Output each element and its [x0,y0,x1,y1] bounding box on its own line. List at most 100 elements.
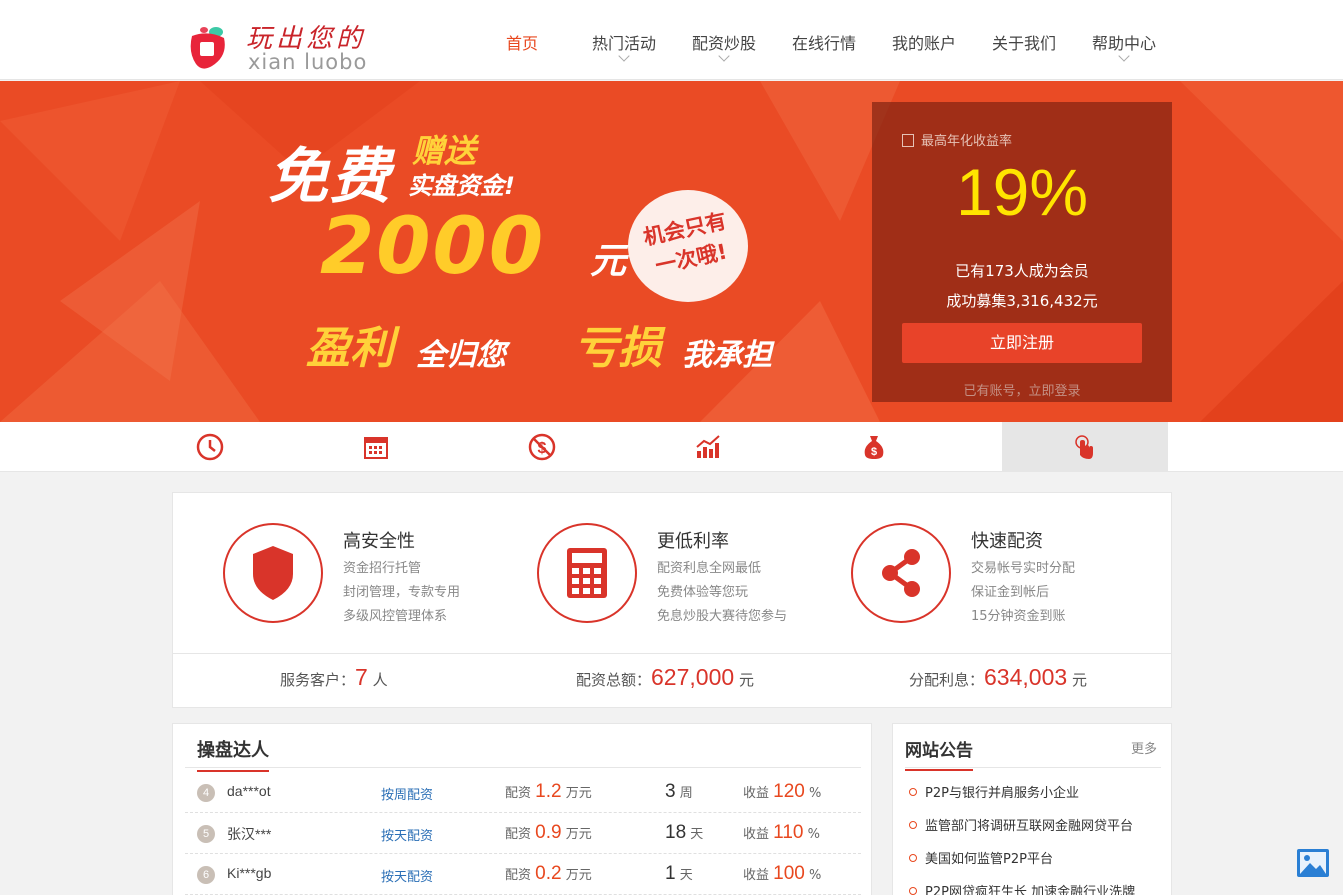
notices-more-link[interactable]: 更多 [1131,738,1157,757]
site-logo[interactable]: 玩出您的 xian luobo [188,12,388,74]
rank-badge: 5 [197,825,215,843]
promo-profit-text: 盈利 [306,323,394,374]
trader-name: da***ot [227,783,271,799]
notice-text: P2P与银行并肩服务小企业 [925,786,1079,801]
rank-badge: 6 [197,866,215,884]
promo-loss-sub: 我承担 [682,338,772,373]
touch-icon [1075,435,1093,459]
stats-bar: 服务客户：7 人 配资总额：627,000 元 分配利息：634,003 元 [173,653,1171,708]
feature-fast-funding: 快速配资 交易帐号实时分配 保证金到帐后 15分钟资金到账 [851,523,1161,633]
feature-title: 更低利率 [657,531,729,552]
raised-amount: 成功募集3,316,432元 [946,292,1098,310]
fund-unit: 万元 [565,786,592,801]
funding-mode-link[interactable]: 按周配资 [381,784,433,803]
image-icon[interactable] [1296,848,1330,878]
feature-line: 封闭管理，专款专用 [343,585,461,600]
feature-security: 高安全性 资金招行托管 封闭管理，专款专用 多级风控管理体系 [223,523,533,633]
rate-value: 19% [955,155,1089,229]
site-header: 玩出您的 xian luobo 首页 热门活动 配资炒股 在线行情 我的账户 关… [0,0,1343,80]
strip-item-money-bag[interactable]: $ [791,422,957,472]
nav-about-us[interactable]: 关于我们 [974,0,1074,80]
radish-logo-icon [190,27,225,69]
stat-unit: 元 [738,671,754,689]
svg-text:$: $ [871,446,877,458]
trend-chart-icon [696,435,720,458]
nav-label: 在线行情 [791,34,856,53]
nav-home[interactable]: 首页 [470,0,574,80]
feature-line: 多级风控管理体系 [343,609,448,624]
notice-text: P2P网贷疯狂生长 加速金融行业洗牌 [925,885,1136,895]
feature-line: 保证金到帐后 [971,585,1050,600]
funding-mode-link[interactable]: 按天配资 [381,866,433,885]
promo-amount-unit: 元 [590,241,627,282]
table-row: 4 da***ot 按周配资 配资 1.2 万元 3 周 收益 120 % [185,772,861,813]
notice-item[interactable]: P2P网贷疯狂生长 加速金融行业洗牌 [909,881,1163,895]
feature-line: 资金招行托管 [343,561,422,576]
nav-my-account[interactable]: 我的账户 [874,0,974,80]
gain-unit: % [809,868,822,883]
promo-amount: 2000 [320,202,546,292]
period-unit: 天 [679,868,693,883]
nav-label: 关于我们 [991,34,1056,53]
stat-label: 分配利息： [909,671,985,689]
nav-online-quotes[interactable]: 在线行情 [774,0,874,80]
nav-help-center[interactable]: 帮助中心 [1074,0,1174,80]
calculator-icon [902,134,914,147]
stat-label: 服务客户： [280,671,356,689]
stat-value: 627,000 [651,664,735,690]
rate-panel: 最高年化收益率 19% 已有173人成为会员 成功募集3,316,432元 立即… [872,102,1172,402]
fund-label: 配资 [505,827,532,842]
nav-hot-activities[interactable]: 热门活动 [574,0,674,80]
period-value: 1 [665,863,676,884]
fund-value: 1.2 [535,781,562,802]
feature-line: 交易帐号实时分配 [971,561,1076,576]
table-row: 5 张汉*** 按天配资 配资 0.9 万元 18 天 收益 110 % [185,813,861,854]
fund-label: 配资 [505,786,532,801]
login-link[interactable]: 已有账号，立即登录 [872,380,1172,399]
feature-title: 高安全性 [343,531,415,552]
feature-line: 免息炒股大赛待您参与 [657,609,788,624]
gain-value: 100 [773,863,805,884]
notice-item[interactable]: 美国如何监管P2P平台 [909,848,1163,867]
strip-item-clock[interactable] [127,422,293,472]
clock-icon [196,433,224,461]
feature-line: 免费体验等您玩 [657,585,749,600]
gain-value: 120 [773,781,805,802]
top-traders-panel: 操盘达人 4 da***ot 按周配资 配资 1.2 万元 3 周 收益 120… [172,723,872,895]
feature-line: 15分钟资金到账 [971,609,1066,624]
notice-item[interactable]: P2P与银行并肩服务小企业 [909,782,1163,801]
strip-item-touch[interactable] [1002,422,1168,472]
period-unit: 天 [690,827,704,842]
strip-item-trend[interactable] [625,422,791,472]
register-button[interactable]: 立即注册 [902,323,1142,363]
nav-label: 我的账户 [891,34,956,53]
promo-loss-text: 亏损 [574,323,662,374]
fund-label: 配资 [505,868,532,883]
strip-item-no-fee[interactable]: $ [459,422,625,472]
feature-icon-strip: $ $ [0,422,1343,472]
gain-unit: % [809,786,822,801]
strip-item-calendar[interactable] [293,422,459,472]
feature-line: 配资利息全网最低 [657,561,762,576]
stat-interest: 分配利息：634,003 元 [909,664,1087,691]
bullet-icon [909,821,917,829]
notice-item[interactable]: 监管部门将调研互联网金融网贷平台 [909,815,1163,834]
period-value: 3 [665,781,676,802]
stat-unit: 人 [372,671,388,689]
fund-value: 0.2 [535,863,562,884]
feature-title: 快速配资 [971,531,1043,552]
fund-value: 0.9 [535,822,562,843]
bullet-icon [909,887,917,895]
promo-profit-sub: 全归您 [416,338,506,373]
stat-label: 配资总额： [576,671,652,689]
funding-mode-link[interactable]: 按天配资 [381,825,433,844]
site-notices-panel: 网站公告 更多 P2P与银行并肩服务小企业 监管部门将调研互联网金融网贷平台 美… [892,723,1172,895]
nav-label: 首页 [505,34,538,53]
main-nav: 首页 热门活动 配资炒股 在线行情 我的账户 关于我们 帮助中心 [470,0,1174,80]
stat-customers: 服务客户：7 人 [280,664,388,691]
gain-unit: % [807,827,820,842]
shield-icon [253,546,293,600]
gain-label: 收益 [743,827,770,842]
nav-stock-funding[interactable]: 配资炒股 [674,0,774,80]
fund-unit: 万元 [565,827,592,842]
